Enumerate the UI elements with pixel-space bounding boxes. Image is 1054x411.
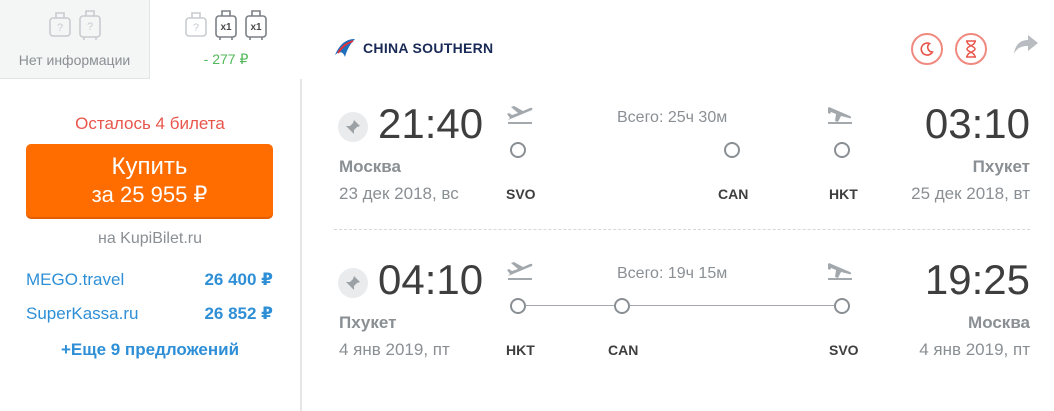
buy-button[interactable]: Купить за 25 955 ₽: [26, 144, 273, 217]
baggage-caption: Нет информации: [18, 52, 131, 68]
arrival-date: 25 дек 2018, вт: [911, 184, 1030, 203]
airport-code: HKT: [506, 342, 535, 358]
airport-dot: [614, 298, 630, 314]
bag-count: x1: [250, 22, 262, 33]
airport-dot: [724, 142, 740, 158]
moon-icon[interactable]: [911, 33, 943, 65]
offer-row[interactable]: MEGO.travel 26 400 ₽: [26, 270, 273, 290]
airline-logo: CHINA SOUTHERN: [333, 37, 493, 59]
route-line: [526, 305, 614, 306]
itinerary-panel: CHINA SOUTHERN 21:40 Москва 23 дек 2018,…: [304, 0, 1054, 411]
bag-count: x1: [220, 22, 232, 33]
total-duration: Всего: 25ч 30м: [617, 109, 728, 126]
baggage-icons: ? x1 x1: [150, 8, 302, 41]
total-duration: Всего: 19ч 15м: [617, 265, 728, 282]
airline-emblem-icon: [335, 39, 355, 57]
offer-agency[interactable]: SuperKassa.ru: [26, 304, 138, 324]
airport-code: HKT: [829, 186, 858, 202]
booking-panel: ? ? Нет информации ? x1 x1 - 277 ₽ Остал…: [0, 0, 302, 411]
airport-code: SVO: [506, 186, 536, 202]
route-line: [630, 305, 834, 306]
arrival-city: Пхукет: [972, 157, 1030, 176]
route-track: [510, 142, 854, 158]
plane-landing-icon: [826, 260, 854, 280]
pin-icon[interactable]: [338, 268, 368, 298]
arrival-city: Москва: [968, 313, 1030, 332]
pin-icon[interactable]: [338, 112, 368, 142]
airport-dot: [834, 298, 850, 314]
airport-dot: [510, 142, 526, 158]
hand-luggage-icon: x1: [215, 8, 237, 41]
baggage-icons: ? ?: [0, 8, 149, 41]
airline-name: CHINA SOUTHERN: [363, 40, 494, 56]
arrival-date: 4 янв 2019, пт: [919, 340, 1030, 359]
svg-text:?: ?: [56, 22, 62, 34]
hourglass-icon[interactable]: [955, 33, 987, 65]
baggage-price-diff: - 277 ₽: [203, 51, 249, 67]
departure-time: 04:10: [378, 256, 484, 303]
airport-code: SVO: [829, 342, 859, 358]
svg-text:?: ?: [193, 22, 199, 34]
departure-date: 23 дек 2018, вс: [339, 184, 459, 203]
departure-city: Москва: [339, 157, 401, 176]
departure-city: Пхукет: [339, 313, 397, 332]
plane-takeoff-icon: [506, 260, 534, 280]
share-icon[interactable]: [1012, 30, 1040, 58]
arrival-time: 03:10: [924, 100, 1030, 147]
offer-price[interactable]: 26 852 ₽: [204, 304, 273, 324]
offer-row[interactable]: SuperKassa.ru 26 852 ₽: [26, 304, 273, 324]
airport-code: CAN: [608, 342, 639, 358]
departure-time: 21:40: [378, 100, 484, 147]
segment-divider: [334, 229, 1030, 230]
buy-button-label: Купить: [111, 153, 188, 180]
plane-landing-icon: [826, 104, 854, 124]
route-track: [510, 298, 854, 314]
suitcase-icon: x1: [245, 8, 267, 41]
buy-button-price: за 25 955 ₽: [91, 182, 208, 207]
airport-dot: [510, 298, 526, 314]
bag-question-icon: ?: [48, 8, 71, 41]
departure-date: 4 янв 2019, пт: [339, 340, 450, 359]
seller-name: на KupiBilet.ru: [98, 230, 202, 247]
baggage-tab-included[interactable]: ? x1 x1 - 277 ₽: [150, 0, 302, 79]
svg-text:?: ?: [86, 21, 92, 33]
bag-question-icon: ?: [185, 8, 207, 41]
airport-dot: [834, 142, 850, 158]
offer-price[interactable]: 26 400 ₽: [204, 270, 273, 290]
arrival-time: 19:25: [924, 256, 1030, 303]
flight-segment-outbound[interactable]: 21:40 Москва 23 дек 2018, вс Всего: 25ч …: [304, 98, 1054, 218]
suitcase-question-icon: ?: [78, 8, 101, 41]
more-offers-link[interactable]: +Еще 9 предложений: [0, 340, 300, 360]
flight-segment-return[interactable]: 04:10 Пхукет 4 янв 2019, пт Всего: 19ч 1…: [304, 254, 1054, 374]
baggage-tab-no-info[interactable]: ? ? Нет информации: [0, 0, 150, 79]
offer-agency[interactable]: MEGO.travel: [26, 270, 124, 290]
tickets-remaining: Осталось 4 билета: [75, 114, 225, 133]
plane-takeoff-icon: [506, 104, 534, 124]
airport-code: CAN: [718, 186, 749, 202]
